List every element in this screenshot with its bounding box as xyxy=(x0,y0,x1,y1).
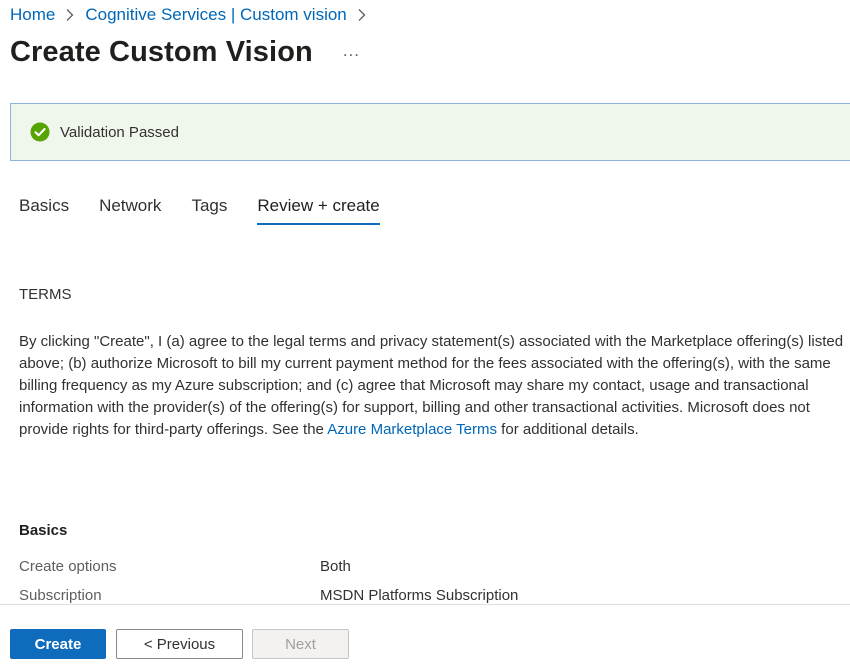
create-button[interactable]: Create xyxy=(10,629,106,659)
tab-review-create[interactable]: Review + create xyxy=(257,196,381,225)
validation-status-text: Validation Passed xyxy=(60,123,179,141)
summary-label: Create options xyxy=(19,558,117,575)
summary-value: Both xyxy=(320,558,351,575)
basics-section-heading: Basics xyxy=(19,522,68,539)
tab-basics[interactable]: Basics xyxy=(19,196,69,225)
terms-paragraph: By clicking "Create", I (a) agree to the… xyxy=(19,331,849,441)
validation-banner: Validation Passed xyxy=(10,103,850,161)
terms-heading: TERMS xyxy=(19,286,72,303)
terms-text-after: for additional details. xyxy=(497,421,639,438)
breadcrumb-custom-vision-link[interactable]: Cognitive Services | Custom vision xyxy=(85,5,346,25)
chevron-right-icon xyxy=(65,8,74,22)
summary-label: Subscription xyxy=(19,587,102,604)
summary-row-create-options: Create options Both xyxy=(19,558,819,580)
tab-tags[interactable]: Tags xyxy=(191,196,227,225)
page-title: Create Custom Vision xyxy=(10,36,313,68)
more-options-icon[interactable]: ... xyxy=(343,41,360,61)
create-custom-vision-page: Home Cognitive Services | Custom vision … xyxy=(0,0,850,666)
breadcrumb-home-link[interactable]: Home xyxy=(10,5,55,25)
tab-bar: Basics Network Tags Review + create xyxy=(19,196,410,225)
tab-network[interactable]: Network xyxy=(99,196,161,225)
previous-button[interactable]: < Previous xyxy=(116,629,243,659)
next-button[interactable]: Next xyxy=(252,629,349,659)
footer-action-bar: Create < Previous Next xyxy=(0,604,850,666)
summary-value: MSDN Platforms Subscription xyxy=(320,587,519,604)
checkmark-circle-icon xyxy=(30,122,50,142)
title-row: Create Custom Vision ... xyxy=(10,36,360,69)
breadcrumb: Home Cognitive Services | Custom vision xyxy=(10,4,377,26)
chevron-right-icon xyxy=(357,8,366,22)
azure-marketplace-terms-link[interactable]: Azure Marketplace Terms xyxy=(327,421,497,438)
